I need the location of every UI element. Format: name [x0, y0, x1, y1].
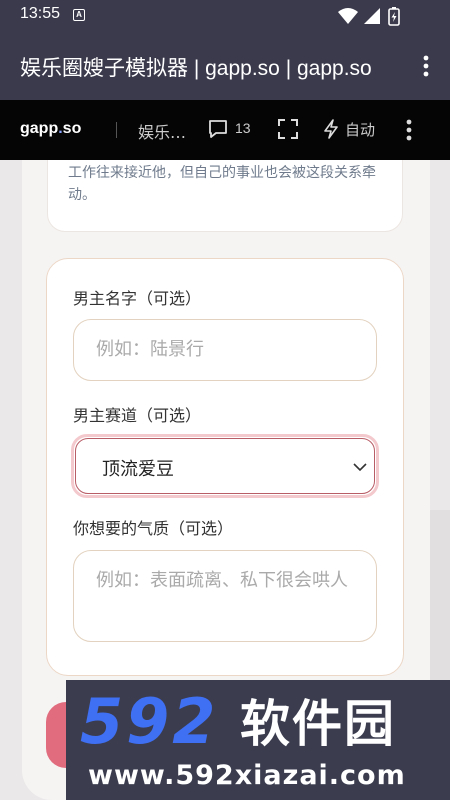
chevron-down-icon [352, 459, 368, 475]
battery-icon [388, 7, 400, 26]
track-select[interactable]: 顶流爱豆 [71, 434, 379, 498]
lightning-icon[interactable] [322, 118, 340, 140]
watermark-brand: 软件园 [240, 695, 396, 753]
watermark-url: www.592xiazai.com [88, 760, 406, 791]
comment-icon[interactable] [207, 118, 229, 140]
male-name-input[interactable]: 例如：陆景行 [73, 319, 377, 381]
fullscreen-icon[interactable] [277, 118, 299, 140]
logo-text-right: so [62, 120, 82, 137]
temperament-textarea[interactable]: 例如：表面疏离、私下很会哄人 [73, 550, 377, 642]
comment-count[interactable]: 13 [235, 120, 251, 136]
app-bar: 娱乐圈嫂子模拟器 | gapp.so | gapp.so [0, 32, 450, 100]
nav-page-title[interactable]: 娱乐… [138, 119, 186, 143]
auto-label[interactable]: 自动 [345, 119, 375, 140]
track-select-border: 顶流爱豆 [75, 438, 375, 494]
site-logo[interactable]: gapp.so [20, 120, 81, 138]
more-icon[interactable] [402, 118, 416, 142]
cellular-signal-icon [364, 8, 380, 24]
male-name-label: 男主名字（可选） [73, 289, 202, 308]
status-bar: 13:55 A [0, 0, 450, 32]
wifi-icon [338, 8, 358, 24]
watermark: 592 软件园 www.592xiazai.com [66, 680, 450, 800]
intro-card: 工作往来接近他，但自己的事业也会被这段关系牵动。 [47, 160, 403, 232]
track-label: 男主赛道（可选） [73, 406, 202, 425]
form-card: 男主名字（可选） 例如：陆景行 男主赛道（可选） 顶流爱豆 你想要的气质（可选）… [46, 258, 404, 676]
site-nav: gapp.so 娱乐… 13 自动 [0, 100, 450, 160]
track-select-value: 顶流爱豆 [102, 459, 174, 480]
status-icons [334, 6, 414, 30]
status-time: 13:55 [20, 5, 61, 22]
notification-icon: A [73, 9, 85, 21]
temperament-label: 你想要的气质（可选） [73, 519, 234, 538]
watermark-logo: 592 [80, 685, 219, 758]
logo-text-left: gapp [20, 120, 59, 137]
intro-text: 工作往来接近他，但自己的事业也会被这段关系牵动。 [68, 165, 376, 203]
overflow-menu-icon[interactable] [420, 54, 432, 78]
nav-divider [116, 122, 117, 138]
app-title: 娱乐圈嫂子模拟器 | gapp.so | gapp.so [20, 57, 372, 80]
